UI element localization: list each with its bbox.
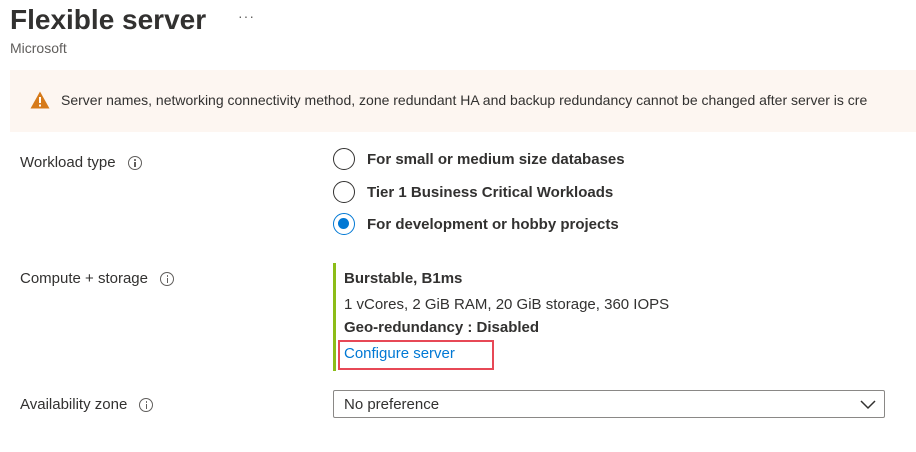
radio-label: Tier 1 Business Critical Workloads	[367, 183, 614, 201]
workload-type-label: Workload type	[20, 154, 142, 171]
radio-button-selected[interactable]	[333, 213, 355, 235]
availability-zone-text: Availability zone	[20, 396, 128, 413]
radio-label: For small or medium size databases	[367, 150, 625, 168]
radio-label: For development or hobby projects	[367, 215, 619, 233]
chevron-down-icon	[860, 400, 876, 410]
info-icon[interactable]	[139, 397, 154, 412]
compute-storage-label: Compute + storage	[20, 270, 174, 287]
highlight-box	[338, 340, 494, 370]
availability-zone-select[interactable]: No preference	[333, 390, 885, 418]
warning-banner: Server names, networking connectivity me…	[10, 70, 916, 132]
radio-dev-hobby[interactable]: For development or hobby projects	[333, 213, 619, 235]
info-icon[interactable]	[160, 271, 174, 286]
warning-message: Server names, networking connectivity me…	[61, 92, 868, 108]
page-subtitle: Microsoft	[10, 40, 67, 56]
radio-small-medium[interactable]: For small or medium size databases	[333, 148, 625, 170]
compute-storage-text: Compute + storage	[20, 270, 148, 287]
workload-type-text: Workload type	[20, 154, 116, 171]
compute-accent-bar	[333, 263, 336, 371]
availability-zone-value: No preference	[344, 396, 440, 413]
radio-button[interactable]	[333, 181, 355, 203]
page: Flexible server ··· Microsoft Server nam…	[0, 0, 916, 452]
compute-spec: 1 vCores, 2 GiB RAM, 20 GiB storage, 360…	[344, 296, 670, 313]
compute-tier: Burstable, B1ms	[344, 270, 463, 287]
warning-icon	[30, 91, 50, 109]
more-options-button[interactable]: ···	[238, 8, 255, 24]
radio-button[interactable]	[333, 148, 355, 170]
page-title: Flexible server	[10, 4, 207, 35]
info-icon[interactable]	[127, 155, 142, 170]
geo-redundancy: Geo-redundancy : Disabled	[344, 319, 540, 336]
radio-tier1[interactable]: Tier 1 Business Critical Workloads	[333, 181, 613, 203]
availability-zone-label: Availability zone	[20, 396, 154, 413]
